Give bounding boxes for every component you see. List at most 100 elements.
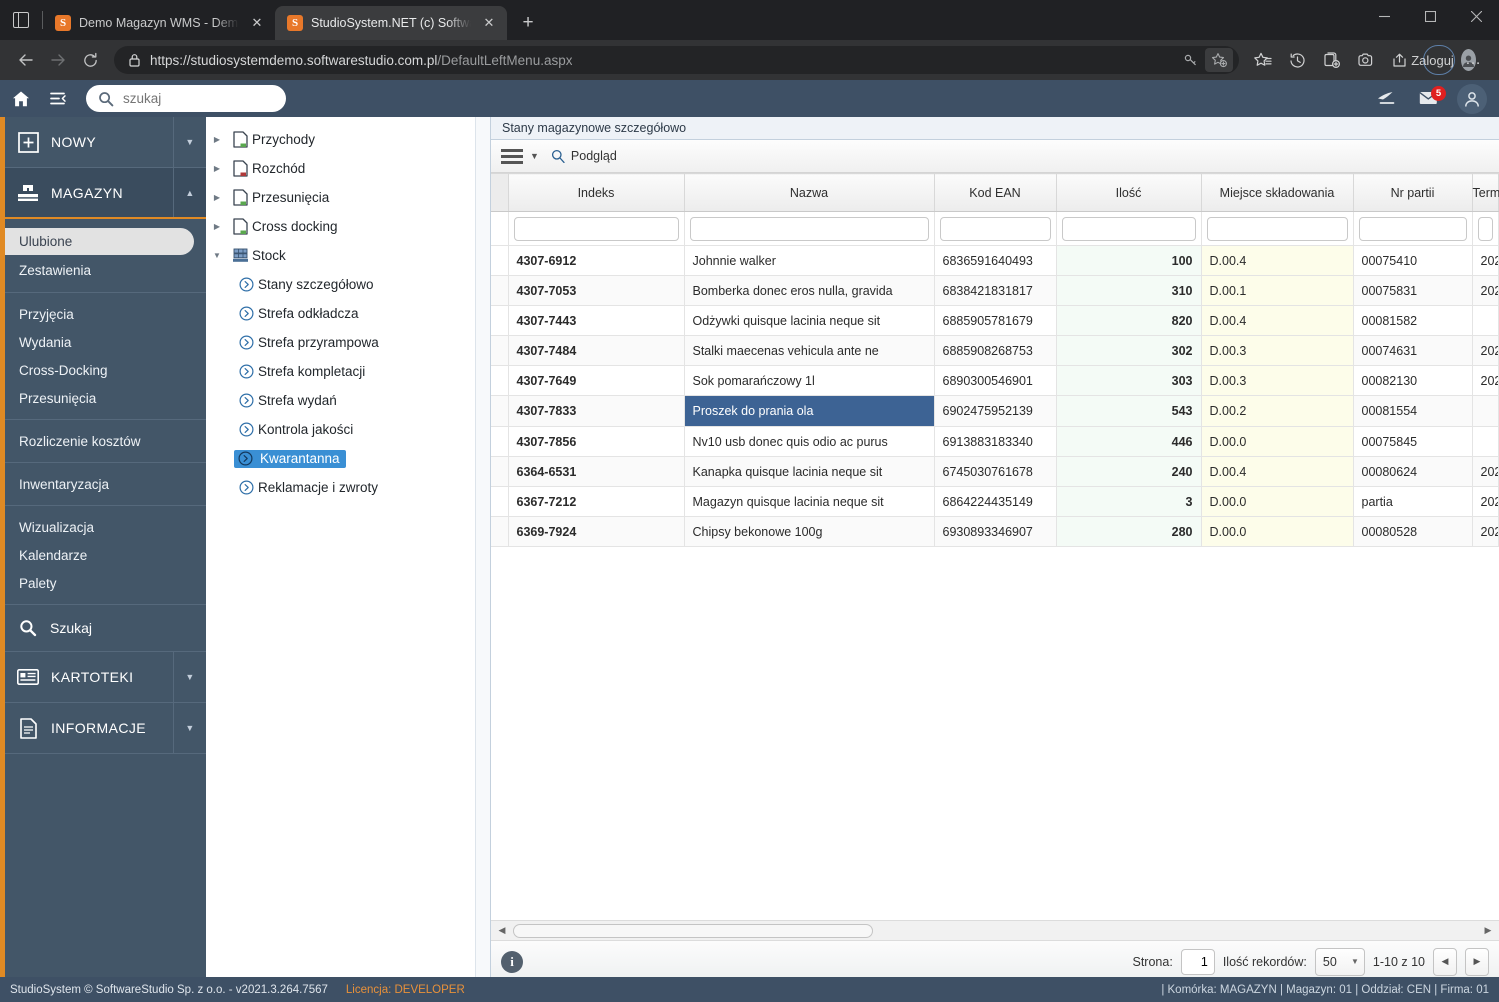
- cell-miejsce-skladowania[interactable]: D.00.4: [1201, 456, 1354, 487]
- cell-miejsce-skladowania[interactable]: D.00.4: [1201, 305, 1354, 336]
- table-row[interactable]: 6364-6531 Kanapka quisque lacinia neque s…: [491, 456, 1499, 487]
- cell-nr-partii[interactable]: 00074631: [1353, 335, 1473, 366]
- cell-kod-ean[interactable]: 6885905781679: [934, 305, 1057, 336]
- minimize-icon[interactable]: [1361, 0, 1407, 32]
- column-header-ilosc[interactable]: Ilość: [1056, 173, 1202, 212]
- cell-ilosc[interactable]: 3: [1056, 486, 1202, 517]
- cell-indeks[interactable]: 4307-7856: [508, 426, 685, 457]
- table-row[interactable]: 4307-7053 Bomberka donec eros nulla, grav…: [491, 275, 1499, 306]
- chevron-right-icon[interactable]: ▶: [206, 164, 228, 173]
- cell-nazwa[interactable]: Proszek do prania ola: [684, 395, 935, 427]
- cell-miejsce-skladowania[interactable]: D.00.3: [1201, 335, 1354, 366]
- table-row[interactable]: 6367-7212 Magazyn quisque lacinia neque s…: [491, 486, 1499, 517]
- browser-tab-1[interactable]: S Demo Magazyn WMS - Demo on ✕: [43, 6, 275, 40]
- cell-ilosc[interactable]: 303: [1056, 365, 1202, 396]
- scroll-thumb[interactable]: [513, 923, 873, 938]
- row-handle-cell[interactable]: [491, 365, 509, 396]
- forward-icon[interactable]: [42, 44, 74, 76]
- cell-termin[interactable]: 202: [1472, 486, 1499, 517]
- table-row[interactable]: 4307-7649 Sok pomarańczowy 1l 689030054690…: [491, 365, 1499, 396]
- sidebar-item-zestawienia[interactable]: Zestawienia: [5, 255, 206, 285]
- tree-node-reklamacje-i-zwroty[interactable]: Reklamacje i zwroty: [206, 473, 490, 502]
- cell-indeks[interactable]: 4307-6912: [508, 245, 685, 276]
- tree-node-przesuniecia[interactable]: ▶ Przesunięcia: [206, 183, 490, 212]
- sidebar-group-informacje[interactable]: INFORMACJE ▼: [5, 703, 206, 754]
- cell-nazwa[interactable]: Sok pomarańczowy 1l: [684, 365, 935, 396]
- filter-input-ean[interactable]: [939, 216, 1051, 241]
- mail-icon[interactable]: 5: [1411, 80, 1449, 117]
- cell-kod-ean[interactable]: 6838421831817: [934, 275, 1057, 306]
- chevron-right-icon[interactable]: ▶: [206, 193, 228, 202]
- chevron-up-icon[interactable]: ▲: [173, 168, 206, 217]
- maximize-icon[interactable]: [1407, 0, 1453, 32]
- next-page-button[interactable]: ▶: [1465, 947, 1489, 976]
- filter-input-nazwa[interactable]: [689, 216, 929, 241]
- cell-kod-ean[interactable]: 6885908268753: [934, 335, 1057, 366]
- cell-nazwa[interactable]: Magazyn quisque lacinia neque sit: [684, 486, 935, 517]
- table-row[interactable]: 4307-7833 Proszek do prania ola 6902475952…: [491, 395, 1499, 427]
- row-handle-cell[interactable]: [491, 486, 509, 517]
- cell-ilosc[interactable]: 310: [1056, 275, 1202, 306]
- chevron-down-icon[interactable]: ▼: [173, 117, 206, 167]
- sidebar-item-cross-docking[interactable]: Cross-Docking: [5, 356, 206, 384]
- browser-tab-2[interactable]: S StudioSystem.NET (c) SoftwareSt ✕: [275, 6, 507, 40]
- row-handle-cell[interactable]: [491, 335, 509, 366]
- scroll-left-icon[interactable]: ◀: [495, 925, 509, 936]
- cell-indeks[interactable]: 6364-6531: [508, 456, 685, 487]
- tree-node-selected[interactable]: Kwarantanna: [234, 449, 346, 468]
- share-icon[interactable]: [1383, 45, 1415, 75]
- row-handle-cell[interactable]: [491, 245, 509, 276]
- column-header-miejsce-skladowania[interactable]: Miejsce składowania: [1201, 173, 1354, 212]
- chevron-down-icon[interactable]: ▼: [173, 652, 206, 702]
- cell-nazwa[interactable]: Johnnie walker: [684, 245, 935, 276]
- sidebar-item-ulubione[interactable]: Ulubione: [5, 228, 194, 255]
- cell-nazwa[interactable]: Chipsy bekonowe 100g: [684, 516, 935, 547]
- cell-miejsce-skladowania[interactable]: D.00.3: [1201, 365, 1354, 396]
- close-icon[interactable]: ✕: [479, 13, 499, 33]
- back-icon[interactable]: [10, 44, 42, 76]
- browser-more-icon[interactable]: …: [1457, 45, 1489, 75]
- cell-nr-partii[interactable]: 00075831: [1353, 275, 1473, 306]
- table-row[interactable]: 6369-7924 Chipsy bekonowe 100g 69308933469…: [491, 516, 1499, 547]
- tree-node-cross-docking[interactable]: ▶ Cross docking: [206, 212, 490, 241]
- cell-nr-partii[interactable]: 00075845: [1353, 426, 1473, 457]
- cell-kod-ean[interactable]: 6930893346907: [934, 516, 1057, 547]
- table-row[interactable]: 4307-7856 Nv10 usb donec quis odio ac pur…: [491, 426, 1499, 457]
- cell-nr-partii[interactable]: 00081554: [1353, 395, 1473, 427]
- cell-nazwa[interactable]: Nv10 usb donec quis odio ac purus: [684, 426, 935, 457]
- cell-miejsce-skladowania[interactable]: D.00.1: [1201, 275, 1354, 306]
- preview-button[interactable]: Podgląd: [546, 149, 622, 163]
- cell-ilosc[interactable]: 302: [1056, 335, 1202, 366]
- favorites-icon[interactable]: [1247, 45, 1279, 75]
- sidebar-item-rozliczenie-kosztow[interactable]: Rozliczenie kosztów: [5, 427, 206, 455]
- address-bar[interactable]: https://studiosystemdemo.softwarestudio.…: [114, 46, 1239, 74]
- filter-input-termin[interactable]: [1477, 216, 1493, 241]
- cell-nazwa[interactable]: Odżywki quisque lacinia neque sit: [684, 305, 935, 336]
- table-row[interactable]: 4307-7443 Odżywki quisque lacinia neque s…: [491, 305, 1499, 336]
- sidebar-item-kalendarze[interactable]: Kalendarze: [5, 541, 206, 569]
- info-icon[interactable]: i: [501, 950, 523, 973]
- table-row[interactable]: 4307-7484 Stalki maecenas vehicula ante n…: [491, 335, 1499, 366]
- cell-termin[interactable]: 202: [1472, 516, 1499, 547]
- records-per-page-select[interactable]: 50 ▼: [1314, 947, 1365, 976]
- cell-indeks[interactable]: 4307-7649: [508, 365, 685, 396]
- chevron-down-icon[interactable]: ▼: [530, 151, 539, 161]
- filter-input-ilosc[interactable]: [1061, 216, 1196, 241]
- send-plane-icon[interactable]: [1369, 80, 1407, 117]
- sidebar-item-przyjecia[interactable]: Przyjęcia: [5, 300, 206, 328]
- cell-indeks[interactable]: 4307-7484: [508, 335, 685, 366]
- chevron-down-icon[interactable]: ▼: [206, 251, 228, 260]
- row-handle-cell[interactable]: [491, 395, 509, 427]
- column-header-kod-ean[interactable]: Kod EAN: [934, 173, 1057, 212]
- cell-indeks[interactable]: 4307-7443: [508, 305, 685, 336]
- close-icon[interactable]: ✕: [247, 13, 267, 33]
- cell-nazwa[interactable]: Stalki maecenas vehicula ante ne: [684, 335, 935, 366]
- cell-nr-partii[interactable]: 00080624: [1353, 456, 1473, 487]
- cell-ilosc[interactable]: 100: [1056, 245, 1202, 276]
- cell-indeks[interactable]: 6369-7924: [508, 516, 685, 547]
- cell-termin[interactable]: 202: [1472, 245, 1499, 276]
- row-handle-cell[interactable]: [491, 516, 509, 547]
- tree-node-strefa-kompletacji[interactable]: Strefa kompletacji: [206, 357, 490, 386]
- cell-indeks[interactable]: 4307-7053: [508, 275, 685, 306]
- cell-termin[interactable]: [1472, 395, 1499, 427]
